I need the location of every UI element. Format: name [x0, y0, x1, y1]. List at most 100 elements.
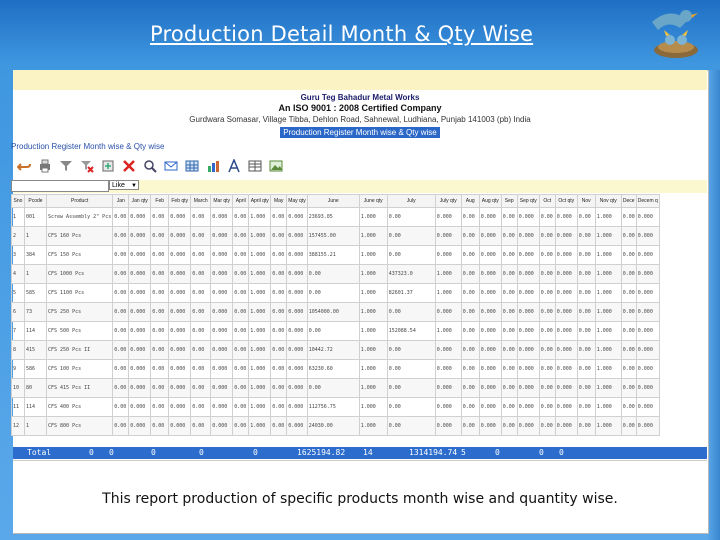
table-cell: 0.000 — [434, 245, 462, 265]
table-cell: 82601.37 — [386, 283, 436, 303]
table-row[interactable]: 11 114 CFS 400 Pcs 0.00 0.000 0.00 0.000 0.00 0.… — [11, 397, 660, 417]
table-icon[interactable] — [246, 158, 263, 175]
table-cell: 0.00 — [538, 321, 556, 341]
table-cell: 0.000 — [516, 397, 540, 417]
caption-box: This report production of specific produ… — [13, 460, 707, 533]
table-cell: 0.00 — [150, 245, 170, 265]
filter-icon[interactable] — [57, 158, 74, 175]
grid-icon[interactable] — [183, 158, 200, 175]
column-header[interactable]: Decem q — [635, 194, 660, 208]
table-row[interactable]: 2 1 CFS 160 Pcs 0.00 0.000 0.00 0.000 0.00 0.000… — [11, 226, 660, 246]
column-header[interactable]: May qty — [286, 194, 308, 208]
image-icon[interactable] — [267, 158, 284, 175]
table-row[interactable]: 7 114 CFS 500 Pcs 0.00 0.000 0.00 0.000 0.00 0.0… — [11, 321, 660, 341]
table-cell: 0.000 — [516, 340, 540, 360]
table-cell: 388155.21 — [306, 245, 360, 265]
table-row[interactable]: 1 001 Screw Assembly 2" Pcs 0.00 0.000 0.00 0.… — [11, 207, 660, 227]
table-cell: 0.000 — [516, 416, 540, 436]
table-cell: 0.000 — [128, 321, 152, 341]
clear-filter-icon[interactable] — [78, 158, 95, 175]
table-cell: 0.00 — [538, 207, 556, 227]
column-header[interactable]: Aug — [460, 194, 480, 208]
table-cell: 0.000 — [554, 226, 578, 246]
column-header[interactable]: Jan — [112, 194, 130, 208]
report-toolbar — [13, 154, 284, 178]
table-row[interactable]: 5 585 CFS 1100 Pcs 0.00 0.000 0.00 0.000 0.00 0.… — [11, 283, 660, 303]
table-row[interactable]: 10 80 CFS 415 Pcs II 0.00 0.000 0.00 0.000 0.00… — [11, 378, 660, 398]
column-header[interactable]: June qty — [358, 194, 388, 208]
table-row[interactable]: 9 586 CFS 100 Pcs 0.00 0.000 0.00 0.000 0.00 0.0… — [11, 359, 660, 379]
table-row[interactable]: 8 415 CFS 250 Pcs II 0.00 0.000 0.00 0.000 0.00… — [11, 340, 660, 360]
filter-text-input[interactable] — [11, 180, 109, 192]
total-july: 1314194.74 — [409, 448, 458, 457]
table-row[interactable]: 12 1 CFS 800 Pcs 0.00 0.000 0.00 0.000 0.00 0.00… — [11, 416, 660, 436]
table-row[interactable]: 3 384 CFS 150 Pcs 0.00 0.000 0.00 0.000 0.00 0.0… — [11, 245, 660, 265]
table-cell: 0.000 — [286, 283, 308, 303]
table-cell: 0.000 — [635, 378, 660, 398]
column-header[interactable]: June — [306, 194, 360, 208]
table-cell: 0.000 — [516, 283, 540, 303]
table-cell: 0.00 — [112, 416, 130, 436]
table-cell: 1.000 — [594, 340, 622, 360]
column-header[interactable]: Sno — [11, 194, 25, 208]
table-cell: 0.000 — [434, 359, 462, 379]
table-cell: 10442.72 — [306, 340, 360, 360]
view-icon[interactable] — [141, 158, 158, 175]
table-cell: 0.00 — [460, 416, 480, 436]
column-header[interactable]: Nov qty — [594, 194, 622, 208]
table-cell: 9 — [11, 359, 25, 379]
column-header[interactable]: Oct qty — [554, 194, 578, 208]
table-cell: 24030.00 — [306, 416, 360, 436]
table-cell: 0.00 — [500, 226, 518, 246]
column-header[interactable]: July qty — [434, 194, 462, 208]
table-cell: 0.00 — [232, 321, 250, 341]
table-row[interactable]: 6 73 CFS 250 Pcs 0.00 0.000 0.00 0.000 0.00 0.00… — [11, 302, 660, 322]
export-icon[interactable] — [99, 158, 116, 175]
chart-icon[interactable] — [204, 158, 221, 175]
table-cell: 0.000 — [635, 340, 660, 360]
table-cell: 1.000 — [248, 283, 272, 303]
font-icon[interactable] — [225, 158, 242, 175]
column-header[interactable]: Mar qty — [210, 194, 234, 208]
clear-icon[interactable] — [120, 158, 137, 175]
column-header[interactable]: Product — [45, 194, 114, 208]
table-cell: 0.00 — [460, 226, 480, 246]
table-cell: 0.000 — [554, 416, 578, 436]
column-header[interactable]: Nov — [576, 194, 596, 208]
table-cell: 0.000 — [168, 226, 192, 246]
email-icon[interactable] — [162, 158, 179, 175]
table-cell: 0.00 — [112, 207, 130, 227]
table-cell: 0.00 — [538, 416, 556, 436]
column-header[interactable]: March — [190, 194, 212, 208]
column-header[interactable]: Pcode — [24, 194, 47, 208]
undo-icon[interactable] — [15, 158, 32, 175]
filter-operator-select[interactable]: Like ▼ — [109, 180, 139, 190]
table-cell: 0.000 — [478, 264, 502, 284]
column-header[interactable]: Jan qty — [128, 194, 152, 208]
column-header[interactable]: July — [386, 194, 436, 208]
table-cell: 0.000 — [210, 207, 234, 227]
table-cell: 0.000 — [168, 283, 192, 303]
print-icon[interactable] — [36, 158, 53, 175]
column-header[interactable]: Oct — [538, 194, 556, 208]
table-cell: 0.000 — [128, 359, 152, 379]
column-header[interactable]: Feb — [150, 194, 170, 208]
column-header[interactable]: April qty — [248, 194, 272, 208]
table-cell: 0.000 — [286, 340, 308, 360]
table-cell: 0.00 — [270, 321, 288, 341]
report-name-link[interactable]: Production Register Month wise & Qty wis… — [280, 127, 440, 138]
column-header[interactable]: Sep qty — [516, 194, 540, 208]
table-cell: 0.00 — [190, 264, 212, 284]
total-mar: 0 — [151, 448, 156, 457]
table-cell: 0.00 — [538, 397, 556, 417]
table-cell: 0.000 — [516, 226, 540, 246]
column-header[interactable]: May — [270, 194, 288, 208]
table-cell: 0.000 — [635, 245, 660, 265]
table-cell: 0.00 — [460, 378, 480, 398]
column-header[interactable]: Dece — [620, 194, 637, 208]
column-header[interactable]: Feb qty — [168, 194, 192, 208]
column-header[interactable]: Aug qty — [478, 194, 502, 208]
table-row[interactable]: 4 1 CFS 1000 Pcs 0.00 0.000 0.00 0.000 0.00 0.00… — [11, 264, 660, 284]
column-header[interactable]: Sep — [500, 194, 518, 208]
column-header[interactable]: April — [232, 194, 250, 208]
